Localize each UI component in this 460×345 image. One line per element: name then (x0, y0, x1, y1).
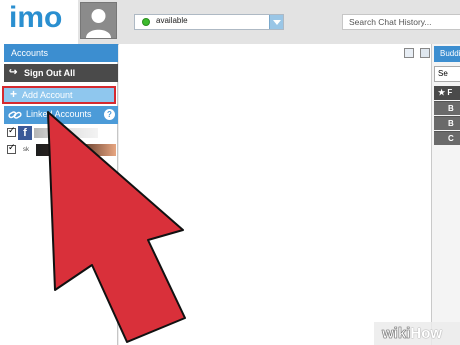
watermark-part-1: wiki (382, 325, 411, 343)
red-arrow-icon (47, 111, 186, 343)
watermark-part-2: How (410, 325, 443, 342)
wikihow-watermark: wikiHow (374, 322, 460, 345)
pointer-arrow-overlay (47, 111, 186, 343)
